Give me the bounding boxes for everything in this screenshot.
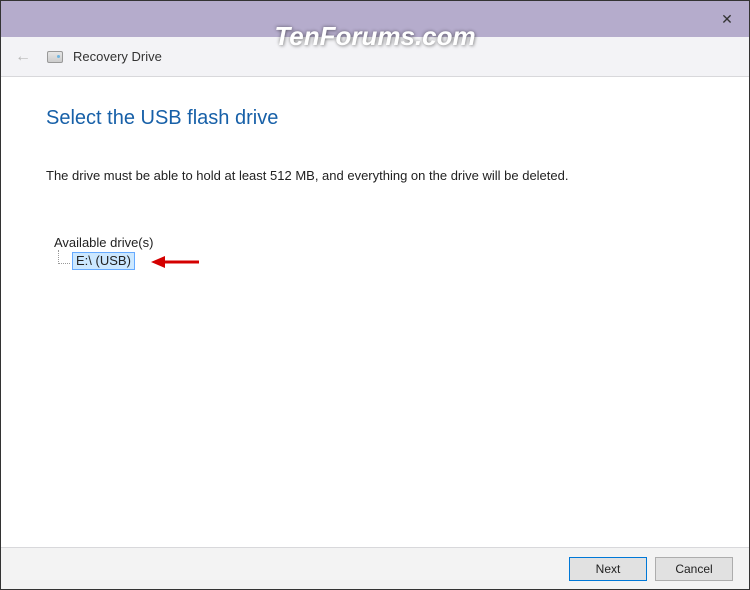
back-arrow-icon: ← <box>15 48 31 66</box>
page-title: Select the USB flash drive <box>46 107 704 130</box>
available-drives-label: Available drive(s) <box>54 235 704 250</box>
drive-item-e[interactable]: E:\ (USB) <box>72 252 135 270</box>
header-title: Recovery Drive <box>73 49 162 64</box>
titlebar: ✕ <box>1 1 749 37</box>
content-area: Select the USB flash drive The drive mus… <box>1 77 749 549</box>
close-button[interactable]: ✕ <box>705 1 749 37</box>
annotation-arrow-icon <box>151 255 201 269</box>
tree-connector-icon <box>58 250 70 264</box>
instruction-text: The drive must be able to hold at least … <box>46 168 704 183</box>
cancel-button[interactable]: Cancel <box>655 557 733 581</box>
close-icon: ✕ <box>721 11 733 28</box>
recovery-drive-icon <box>47 51 63 63</box>
wizard-header: ← Recovery Drive <box>1 37 749 77</box>
footer: Next Cancel <box>1 547 749 589</box>
next-button[interactable]: Next <box>569 557 647 581</box>
